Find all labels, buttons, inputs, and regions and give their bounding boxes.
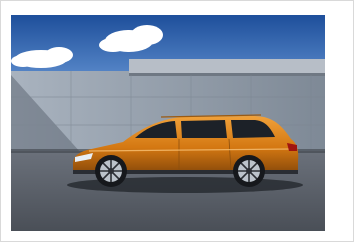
image-frame — [0, 0, 354, 242]
car-photo[interactable] — [11, 15, 325, 231]
front-wheel — [95, 155, 127, 187]
roof-overhang — [129, 59, 325, 75]
car-photo-illustration — [11, 15, 325, 231]
rear-wheel — [233, 155, 265, 187]
